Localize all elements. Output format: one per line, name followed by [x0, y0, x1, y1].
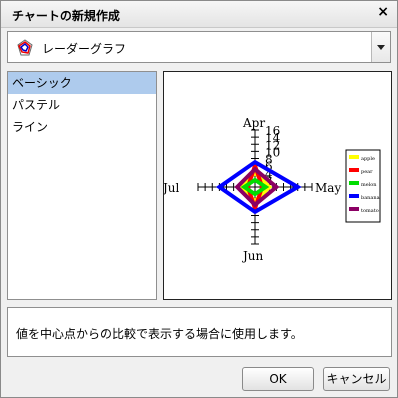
legend-label-tomato: tomato — [361, 208, 379, 214]
title-bar: チャートの新規作成 × — [1, 1, 397, 28]
legend-label-pear: pear — [361, 169, 373, 175]
legend-swatch-pear — [349, 168, 359, 172]
chart-type-selected: レーダーグラフ — [42, 42, 127, 56]
legend-swatch-apple — [349, 155, 359, 159]
ok-button[interactable]: OK — [242, 367, 314, 391]
axis-label: Jun — [241, 249, 264, 263]
legend-label-banana: banana — [361, 195, 380, 201]
axis-label: Apr — [242, 116, 265, 130]
axis-label: May — [315, 181, 341, 195]
description-box: 値を中心点からの比較で表示する場合に使用します。 — [7, 307, 392, 357]
chart-type-dropdown[interactable]: レーダーグラフ — [7, 31, 391, 63]
chart-preview: 16 14 12 10 8 6 4 2 Apr May Jun Jul apple pear melon ba… — [163, 71, 392, 300]
legend-swatch-banana — [349, 194, 359, 198]
description-text: 値を中心点からの比較で表示する場合に使用します。 — [16, 327, 303, 341]
legend-label-melon: melon — [361, 182, 377, 188]
legend-swatch-tomato — [349, 207, 359, 211]
cancel-button[interactable]: キャンセル — [323, 367, 390, 391]
radar-chart: 161412108642AprMayJunJulapplepearmelonba… — [164, 116, 381, 263]
style-list-item-pastel[interactable]: パステル — [8, 94, 156, 116]
dialog-title: チャートの新規作成 — [12, 9, 120, 23]
new-chart-dialog: チャートの新規作成 × レーダーグラフ ベーシック パステル ライン 16 14 1… — [0, 0, 398, 398]
legend-label-apple: apple — [361, 156, 375, 162]
chevron-down-icon — [377, 45, 385, 50]
style-list-item-line[interactable]: ライン — [8, 116, 156, 138]
radar-chart-icon — [17, 39, 33, 56]
style-list-item-basic[interactable]: ベーシック — [8, 72, 156, 94]
axis-label: Jul — [164, 181, 180, 195]
close-button[interactable]: × — [377, 4, 389, 20]
chart-type-dropdown-button[interactable] — [371, 32, 390, 62]
legend-swatch-melon — [349, 181, 359, 185]
style-list[interactable]: ベーシック パステル ライン — [7, 71, 157, 300]
